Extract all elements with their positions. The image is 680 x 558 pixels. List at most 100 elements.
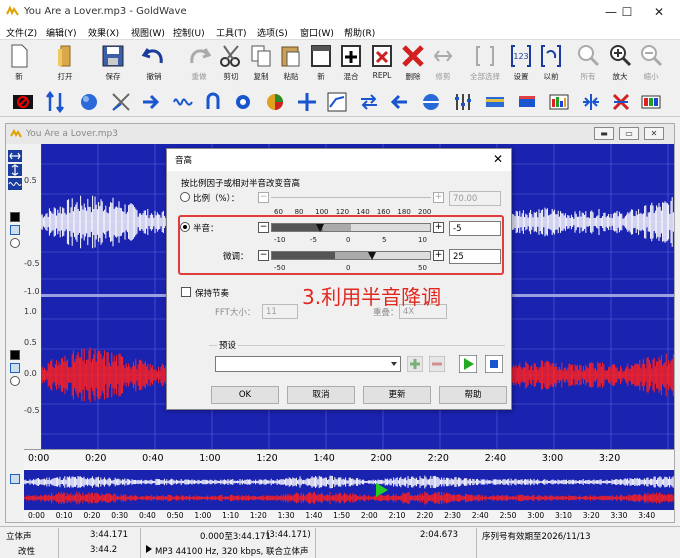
doc-minimize-button[interactable]: ▬ bbox=[594, 127, 614, 140]
swap-arrows-icon[interactable] bbox=[358, 91, 380, 113]
dialog-close-button[interactable]: ✕ bbox=[493, 152, 503, 166]
stretch-vertical-icon[interactable] bbox=[44, 91, 66, 113]
ratio-increase-button[interactable]: + bbox=[433, 192, 444, 203]
new-button[interactable]: 新 bbox=[2, 43, 36, 85]
remove-preset-icon[interactable] bbox=[429, 356, 445, 372]
right-channel-solo-checkbox[interactable] bbox=[10, 350, 20, 360]
open-folder-icon bbox=[58, 45, 71, 67]
cross-fade-icon[interactable] bbox=[110, 91, 132, 113]
preview-play-icon[interactable] bbox=[459, 355, 477, 373]
set-button[interactable]: 123 设置 bbox=[504, 43, 538, 85]
timeline-tick: 0:00 bbox=[28, 453, 50, 464]
status-channel: 立体声 bbox=[6, 532, 32, 542]
ratio-decrease-button[interactable]: − bbox=[258, 192, 269, 203]
select-all-button[interactable]: 全部选择 bbox=[468, 43, 502, 85]
mix-button[interactable]: 混合 bbox=[334, 43, 368, 85]
status-length: 3:44.2 bbox=[90, 545, 118, 555]
sphere-icon[interactable] bbox=[78, 91, 100, 113]
forward-arrow-icon[interactable] bbox=[140, 91, 162, 113]
previous-button[interactable]: 以前 bbox=[534, 43, 568, 85]
goldwave-logo-icon bbox=[10, 128, 22, 138]
undo-button[interactable]: 撤销 bbox=[137, 43, 171, 85]
add-preset-icon[interactable] bbox=[407, 356, 423, 372]
loop-back-icon[interactable] bbox=[202, 91, 224, 113]
cancel-button[interactable]: 取消 bbox=[287, 386, 355, 404]
right-channel-enable-checkbox[interactable] bbox=[10, 363, 20, 373]
timeline-tick: 0:10 bbox=[55, 511, 73, 520]
maximize-button[interactable]: ☐ bbox=[612, 2, 642, 22]
overview-checkbox[interactable] bbox=[10, 474, 20, 484]
window-title: You Are a Lover.mp3 - GoldWave bbox=[24, 6, 187, 17]
spectrum-icon[interactable] bbox=[548, 91, 570, 113]
ratio-radio[interactable] bbox=[180, 192, 190, 202]
paste-button[interactable]: 粘贴 bbox=[274, 43, 308, 85]
close-window-button[interactable]: ✕ bbox=[644, 2, 674, 22]
preview-stop-icon[interactable] bbox=[485, 355, 503, 373]
status-selection-length: (3:44.171) bbox=[266, 530, 311, 540]
keep-tempo-checkbox[interactable] bbox=[181, 287, 191, 297]
menu-effects[interactable]: 效果(X) bbox=[88, 26, 119, 39]
center-icon[interactable] bbox=[420, 91, 442, 113]
doc-maximize-button[interactable]: ▭ bbox=[619, 127, 639, 140]
ratio-input[interactable]: 70.00 bbox=[449, 191, 501, 206]
undo-icon bbox=[141, 48, 163, 64]
menu-control[interactable]: 控制(U) bbox=[173, 26, 205, 39]
update-button[interactable]: 更新 bbox=[363, 386, 431, 404]
toolbar-label: 撤销 bbox=[146, 72, 162, 81]
redo-button[interactable]: 重做 bbox=[182, 43, 216, 85]
gear-effect-icon[interactable] bbox=[232, 91, 254, 113]
reverse-arrow-icon[interactable] bbox=[388, 91, 410, 113]
trim-button[interactable]: 修剪 bbox=[426, 43, 460, 85]
noise-gate-icon[interactable] bbox=[12, 91, 34, 113]
zoom-all-button[interactable]: 所有 bbox=[571, 43, 605, 85]
ok-button[interactable]: OK bbox=[211, 386, 279, 404]
menu-tools[interactable]: 工具(T) bbox=[216, 26, 247, 39]
wave-shape-icon[interactable] bbox=[172, 91, 194, 113]
equalizer-icon[interactable] bbox=[452, 91, 474, 113]
timeline-tick: 3:20 bbox=[598, 453, 621, 464]
zoom-horizontal-icon[interactable] bbox=[8, 150, 22, 162]
open-button[interactable]: 打开 bbox=[48, 43, 82, 85]
menu-window[interactable]: 窗口(W) bbox=[300, 26, 334, 39]
volume-icon[interactable] bbox=[516, 91, 538, 113]
split-icon[interactable] bbox=[580, 91, 602, 113]
replace-button[interactable]: REPL bbox=[365, 43, 399, 85]
chevron-down-icon bbox=[391, 362, 397, 366]
right-channel-radio[interactable] bbox=[10, 376, 20, 386]
expand-arrows-icon[interactable] bbox=[296, 91, 318, 113]
left-channel-solo-checkbox[interactable] bbox=[10, 212, 20, 222]
timeline-tick: 1:50 bbox=[333, 511, 350, 520]
color-wheel-icon[interactable] bbox=[264, 91, 286, 113]
filter-icon[interactable] bbox=[484, 91, 506, 113]
copy-button[interactable]: 复制 bbox=[244, 43, 278, 85]
waveform-toggle-icon[interactable] bbox=[8, 178, 22, 190]
menu-file[interactable]: 文件(Z) bbox=[6, 26, 37, 39]
paste-new-button[interactable]: 新 bbox=[304, 43, 338, 85]
help-button[interactable]: 帮助 bbox=[439, 386, 507, 404]
cut-button[interactable]: 剪切 bbox=[214, 43, 248, 85]
left-channel-radio[interactable] bbox=[10, 238, 20, 248]
timeline-tick: 1:30 bbox=[277, 511, 295, 520]
save-button[interactable]: 保存 bbox=[96, 43, 130, 85]
menu-view[interactable]: 视图(W) bbox=[131, 26, 165, 39]
mute-icon[interactable] bbox=[610, 91, 632, 113]
zoom-vertical-icon[interactable] bbox=[8, 164, 22, 176]
palette-icon[interactable] bbox=[640, 91, 662, 113]
zoom-in-button[interactable]: 放大 bbox=[603, 43, 637, 85]
menu-edit[interactable]: 编辑(Y) bbox=[46, 26, 77, 39]
preset-select[interactable] bbox=[215, 356, 401, 372]
redo-icon bbox=[190, 48, 212, 64]
ruler-label: 0.5 bbox=[24, 338, 37, 347]
menu-options[interactable]: 选项(S) bbox=[257, 26, 288, 39]
ratio-slider-track[interactable] bbox=[271, 197, 431, 198]
overview-waveform[interactable] bbox=[24, 470, 674, 510]
copy-icon bbox=[251, 45, 271, 67]
pitch-dialog: 音高 ✕ 按比例因子或相对半音改变音高 比例（%）： − + 70.00 60 8… bbox=[166, 148, 512, 410]
zoom-out-button[interactable]: 缩小 bbox=[634, 43, 668, 85]
fft-size-input[interactable]: 11 bbox=[262, 304, 298, 319]
graph-icon[interactable] bbox=[326, 91, 348, 113]
delete-button[interactable]: 删除 bbox=[396, 43, 430, 85]
menu-help[interactable]: 帮助(R) bbox=[344, 26, 375, 39]
doc-close-button[interactable]: ✕ bbox=[644, 127, 664, 140]
left-channel-enable-checkbox[interactable] bbox=[10, 225, 20, 235]
